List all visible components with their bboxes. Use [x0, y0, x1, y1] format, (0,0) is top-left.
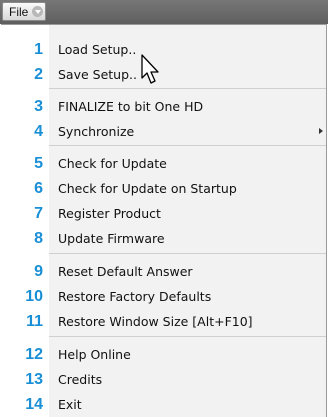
menu-item-credits[interactable]: 13 Credits: [1, 367, 327, 392]
menu-item-number: 13: [25, 370, 43, 388]
menu-item-load-setup[interactable]: 1 Load Setup..: [1, 37, 327, 62]
menu-item-label: Save Setup..: [58, 67, 137, 82]
menu-item-number: 2: [34, 65, 43, 83]
menu-item-number: 3: [34, 97, 43, 115]
menu-item-label: Check for Update on Startup: [58, 181, 237, 196]
menu-item-number: 12: [25, 345, 43, 363]
menu-item-label: Update Firmware: [58, 231, 165, 246]
menu-item-label: Restore Factory Defaults: [58, 289, 212, 304]
menu-item-number: 4: [34, 122, 43, 140]
menu-separator: [49, 336, 326, 337]
menu-item-number: 10: [25, 287, 43, 305]
menu-item-check-for-update[interactable]: 5 Check for Update: [1, 151, 327, 176]
menu-item-number: 7: [34, 204, 43, 222]
menu-item-restore-window-size[interactable]: 11 Restore Window Size [Alt+F10]: [1, 309, 327, 334]
mouse-pointer-icon: [141, 54, 159, 84]
menu-item-label: Exit: [58, 397, 82, 412]
menu-item-number: 5: [34, 154, 43, 172]
file-menu-label: File: [9, 4, 29, 19]
menu-item-finalize[interactable]: 3 FINALIZE to bit One HD: [1, 94, 327, 119]
menu-bar: File: [0, 0, 328, 24]
menu-item-save-setup[interactable]: 2 Save Setup..: [1, 62, 327, 87]
menu-item-check-update-on-startup[interactable]: 6 Check for Update on Startup: [1, 176, 327, 201]
menu-item-label: Help Online: [58, 347, 131, 362]
menu-item-number: 1: [34, 40, 43, 58]
menu-item-synchronize[interactable]: 4 Synchronize: [1, 119, 327, 144]
submenu-arrow-icon: [319, 128, 323, 134]
menu-item-help-online[interactable]: 12 Help Online: [1, 342, 327, 367]
menu-item-number: 8: [34, 229, 43, 247]
menu-item-number: 6: [34, 179, 43, 197]
menu-item-label: Register Product: [58, 206, 161, 221]
menu-item-label: Synchronize: [58, 124, 135, 139]
menu-separator: [49, 145, 326, 146]
menu-item-restore-factory-defaults[interactable]: 10 Restore Factory Defaults: [1, 284, 327, 309]
menu-item-number: 9: [34, 262, 43, 280]
menu-item-number: 11: [26, 312, 43, 330]
menu-item-label: Reset Default Answer: [58, 264, 193, 279]
dropdown-caret-icon: [32, 6, 44, 17]
menu-item-label: Load Setup..: [58, 42, 137, 57]
menu-item-register-product[interactable]: 7 Register Product: [1, 201, 327, 226]
menu-separator: [49, 88, 326, 89]
menu-item-update-firmware[interactable]: 8 Update Firmware: [1, 226, 327, 251]
menu-item-label: Restore Window Size [Alt+F10]: [58, 314, 253, 329]
menu-item-exit[interactable]: 14 Exit: [1, 392, 327, 417]
menu-item-label: Check for Update: [58, 156, 167, 171]
menu-separator: [49, 253, 326, 254]
menu-item-reset-default-answer[interactable]: 9 Reset Default Answer: [1, 259, 327, 284]
menu-item-label: Credits: [58, 372, 103, 387]
menu-item-label: FINALIZE to bit One HD: [58, 99, 204, 114]
menu-item-number: 14: [25, 395, 43, 413]
file-menu-button[interactable]: File: [2, 2, 46, 21]
